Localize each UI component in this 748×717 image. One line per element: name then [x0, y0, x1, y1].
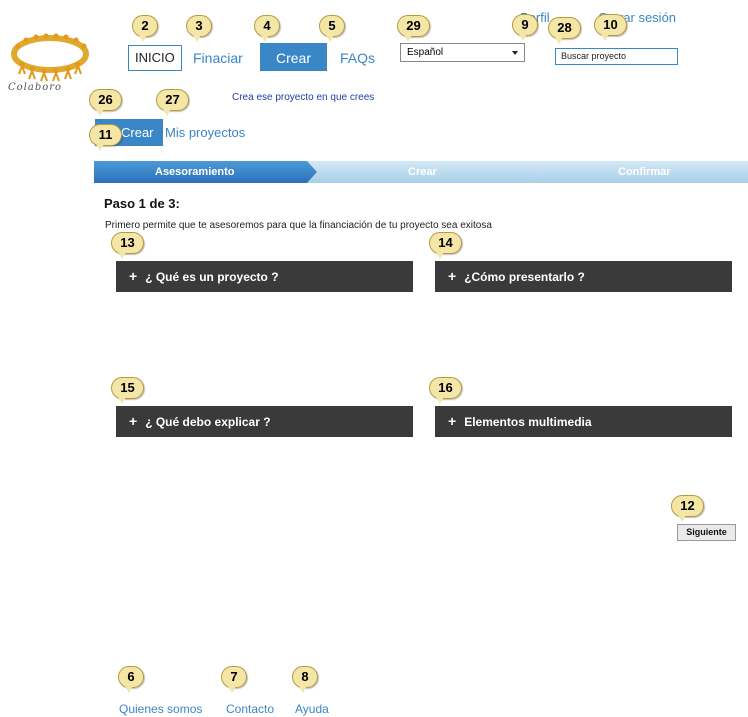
- callout-7: 7: [221, 666, 247, 693]
- footer-ayuda-link[interactable]: Ayuda: [295, 702, 329, 716]
- callout-13: 13: [111, 232, 144, 259]
- plus-icon: +: [448, 413, 457, 429]
- callout-29: 29: [397, 15, 430, 42]
- step-asesoramiento: Asesoramiento: [155, 166, 235, 178]
- logo-text: Colaboro: [8, 82, 63, 93]
- callout-12: 12: [671, 495, 704, 522]
- accordion-que-debo-explicar[interactable]: + ¿ Qué debo explicar ?: [116, 406, 413, 437]
- callout-6: 6: [118, 666, 144, 693]
- accordion-que-es-proyecto[interactable]: + ¿ Qué es un proyecto ?: [116, 261, 413, 292]
- callout-28: 28: [548, 17, 581, 44]
- callout-4: 4: [254, 15, 280, 42]
- callout-26: 26: [89, 89, 122, 116]
- callout-8: 8: [292, 666, 318, 693]
- plus-icon: +: [448, 268, 457, 284]
- nav-crear[interactable]: Crear: [260, 43, 327, 71]
- subtab-mis-proyectos[interactable]: Mis proyectos: [165, 125, 245, 140]
- accordion-label: ¿ Qué debo explicar ?: [145, 415, 271, 429]
- siguiente-button[interactable]: Siguiente: [677, 524, 736, 541]
- step-crear: Crear: [408, 166, 437, 178]
- footer-quienes-somos-link[interactable]: Quienes somos: [119, 702, 202, 716]
- step-description: Primero permite que te asesoremos para q…: [105, 220, 492, 231]
- nav-inicio[interactable]: INICIO: [128, 45, 182, 71]
- step-confirmar: Confirmar: [618, 166, 671, 178]
- slogan: Crea ese proyecto en que crees: [232, 92, 375, 103]
- search-input[interactable]: Buscar proyecto: [555, 48, 678, 65]
- footer-contacto-link[interactable]: Contacto: [226, 702, 274, 716]
- callout-3: 3: [186, 15, 212, 42]
- language-select[interactable]: Español: [400, 43, 525, 62]
- nav-faqs[interactable]: FAQs: [340, 45, 375, 71]
- callout-9: 9: [512, 14, 538, 41]
- callout-14: 14: [429, 232, 462, 259]
- accordion-label: ¿ Qué es un proyecto ?: [145, 270, 279, 284]
- accordion-como-presentarlo[interactable]: + ¿Cómo presentarlo ?: [435, 261, 732, 292]
- callout-15: 15: [111, 377, 144, 404]
- callout-10: 10: [594, 14, 627, 41]
- accordion-label: Elementos multimedia: [464, 415, 592, 429]
- nav-financiar[interactable]: Finaciar: [193, 45, 243, 71]
- accordion-elementos-multimedia[interactable]: + Elementos multimedia: [435, 406, 732, 437]
- plus-icon: +: [129, 268, 138, 284]
- plus-icon: +: [129, 413, 138, 429]
- chevron-down-icon: [512, 51, 518, 55]
- callout-27: 27: [156, 89, 189, 116]
- accordion-label: ¿Cómo presentarlo ?: [464, 270, 585, 284]
- language-selected-value: Español: [407, 47, 444, 58]
- callout-5: 5: [319, 15, 345, 42]
- step-title: Paso 1 de 3:: [104, 196, 180, 211]
- callout-16: 16: [429, 377, 462, 404]
- step-progress-bar: Asesoramiento Crear Confirmar: [94, 161, 748, 183]
- callout-11: 11: [89, 124, 122, 151]
- callout-2: 2: [132, 15, 158, 42]
